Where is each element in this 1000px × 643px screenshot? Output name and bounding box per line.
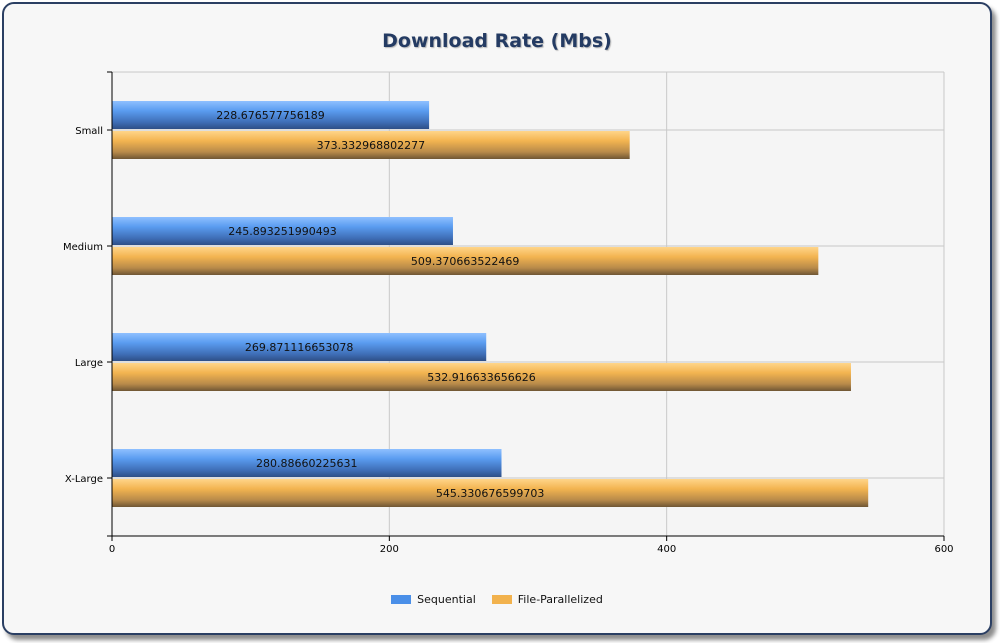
bar-data-label: 532.916633656626 xyxy=(427,371,535,384)
x-tick-label: 0 xyxy=(109,544,115,555)
y-category-label: Large xyxy=(75,358,103,369)
bar-data-label: 509.370663522469 xyxy=(411,255,519,268)
bar-chart: 228.676577756189 245.893251990493 269.8711… xyxy=(63,71,954,555)
legend-item-sequential[interactable]: Sequential xyxy=(391,593,476,606)
legend-swatch-file-parallelized xyxy=(491,595,512,604)
bar-data-label: 245.893251990493 xyxy=(228,225,336,238)
bar-data-label: 373.332968802277 xyxy=(317,139,425,152)
legend-item-file-parallelized[interactable]: File-Parallelized xyxy=(491,593,603,606)
x-tick-label: 400 xyxy=(657,544,676,555)
bar-data-label: 228.676577756189 xyxy=(216,109,324,122)
chart-frame: Download Rate (Mbs) 228.676577756189 245.… xyxy=(2,2,992,635)
x-tick-label: 600 xyxy=(934,544,953,555)
bar-data-label: 545.330676599703 xyxy=(436,487,544,500)
y-category-label: Small xyxy=(75,126,103,137)
legend-label-file-parallelized: File-Parallelized xyxy=(517,593,603,606)
bar-data-label: 269.871116653078 xyxy=(245,341,353,354)
x-tick-label: 200 xyxy=(380,544,399,555)
y-category-label: Medium xyxy=(63,242,103,253)
legend-label-sequential: Sequential xyxy=(417,593,476,606)
bar-data-label: 280.88660225631 xyxy=(256,457,357,470)
y-category-label: X-Large xyxy=(65,474,103,485)
legend: Sequential File-Parallelized xyxy=(4,593,990,606)
legend-swatch-sequential xyxy=(391,595,412,604)
